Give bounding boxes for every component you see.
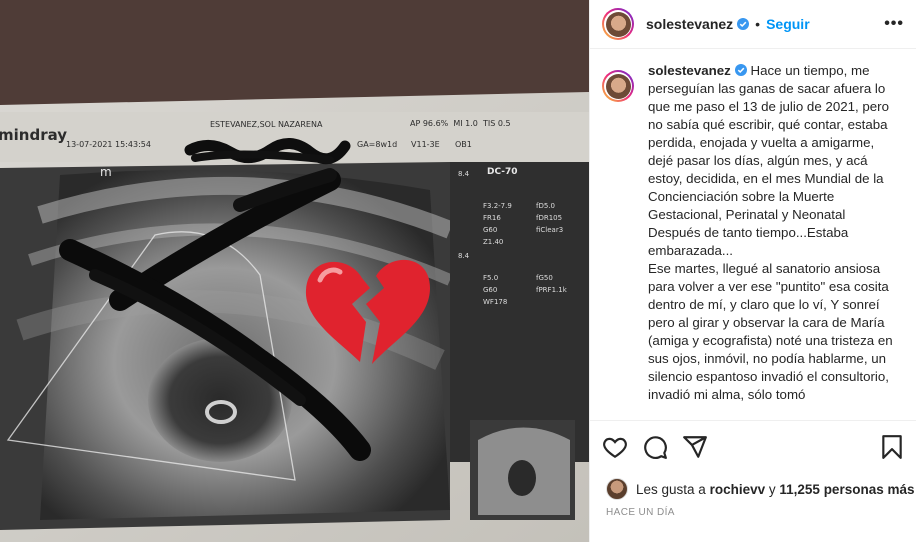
caption-text: solestevanez Hace un tiempo, me perseguí…: [648, 62, 901, 414]
more-options-button[interactable]: •••: [884, 15, 904, 33]
bookmark-icon[interactable]: [879, 434, 905, 460]
instagram-post: mindray 13-07-2021 15:43:54 ESTEVANEZ,SO…: [0, 0, 916, 542]
action-bar: [590, 420, 916, 472]
share-icon[interactable]: [682, 434, 708, 460]
liker-username[interactable]: rochievv: [710, 482, 766, 497]
ultrasound-patient: ESTEVANEZ,SOL NAZARENA: [210, 120, 323, 129]
caption-username[interactable]: solestevanez: [648, 63, 731, 78]
ultrasound-ga: GA=8w1d: [357, 140, 398, 149]
comment-icon[interactable]: [642, 434, 668, 460]
param: fD5.0: [536, 202, 555, 210]
post-photo[interactable]: mindray 13-07-2021 15:43:54 ESTEVANEZ,SO…: [0, 0, 589, 542]
post-time[interactable]: HACE UN DÍA: [606, 507, 675, 518]
param: fPRF1.1k: [536, 286, 567, 294]
likes-summary: Les gusta a rochievv y 11,255 personas m…: [606, 478, 914, 500]
caption-block: solestevanez Hace un tiempo, me perseguí…: [590, 62, 916, 414]
post-header: solestevanez • Seguir •••: [590, 0, 916, 49]
ultrasound-scale-bottom: 8.4: [458, 252, 470, 260]
ultrasound-dc: DC-70: [487, 167, 518, 177]
ultrasound-params-d: fG50 fPRF1.1k: [536, 272, 567, 296]
param: fDR105: [536, 214, 563, 222]
heart-icon[interactable]: [602, 434, 628, 460]
separator: •: [755, 16, 761, 32]
verified-badge-icon: [737, 18, 750, 30]
verified-badge-icon: [734, 64, 747, 76]
post-sidebar: solestevanez • Seguir ••• solestevanez H…: [589, 0, 916, 542]
ultrasound-scale-top: 8.4: [458, 170, 470, 178]
ultrasound-params-a: F3.2-7.9 FR16 G60 Z1.40: [483, 200, 512, 248]
ultrasound-params-c: F5.0 G60 WF178: [483, 272, 507, 308]
param: F5.0: [483, 274, 499, 282]
likes-count[interactable]: 11,255 personas más: [779, 482, 914, 497]
likes-prefix: Les gusta a: [636, 481, 706, 497]
param: G60: [483, 226, 498, 234]
username[interactable]: solestevanez: [646, 16, 733, 32]
follow-button[interactable]: Seguir: [766, 16, 810, 32]
param: FR16: [483, 214, 501, 222]
ultrasound-marker: m: [100, 165, 112, 179]
param: F3.2-7.9: [483, 202, 512, 210]
ultrasound-ob: OB1: [455, 140, 472, 149]
ultrasound-brand: mindray: [0, 126, 68, 144]
param: G60: [483, 286, 498, 294]
param: WF178: [483, 298, 508, 306]
ultrasound-datetime: 13-07-2021 15:43:54: [66, 140, 151, 149]
ultrasound-photo-graphic: [0, 0, 589, 542]
param: fG50: [536, 274, 553, 282]
param: fiClear3: [536, 226, 564, 234]
caption-body: Hace un tiempo, me perseguían las ganas …: [648, 63, 893, 402]
broken-heart-icon: [305, 259, 430, 364]
ultrasound-probe: V11-3E: [411, 140, 440, 149]
likes-mid: y: [768, 481, 776, 497]
ultrasound-ap: AP 96.6% MI 1.0 TIS 0.5: [410, 119, 511, 128]
avatar[interactable]: [602, 8, 634, 40]
param: Z1.40: [483, 238, 504, 246]
ultrasound-params-b: fD5.0 fDR105 fiClear3: [536, 200, 563, 236]
avatar[interactable]: [602, 70, 634, 102]
liker-avatar[interactable]: [606, 478, 628, 500]
